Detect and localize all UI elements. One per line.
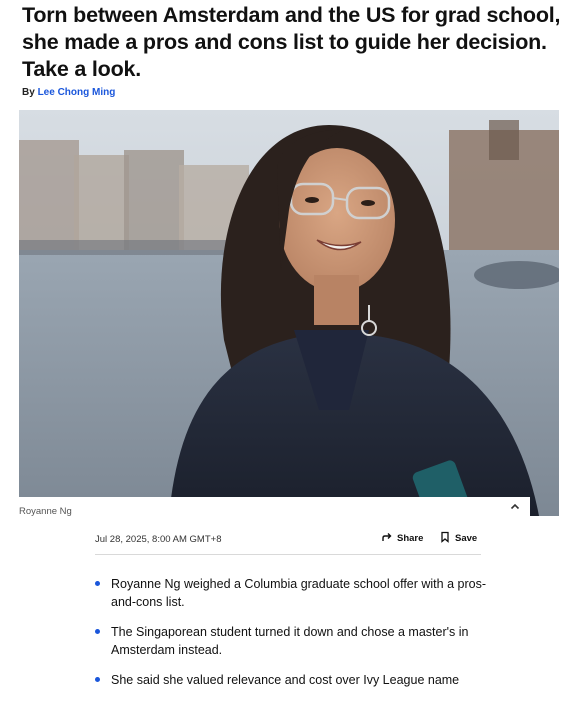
key-point-text: The Singaporean student turned it down a… (111, 625, 469, 657)
key-points-list: Royanne Ng weighed a Columbia graduate s… (95, 575, 495, 701)
hero-image (19, 110, 559, 516)
bullet-dot (95, 629, 100, 634)
save-button[interactable]: Save (439, 531, 477, 546)
share-label: Share (397, 533, 424, 544)
key-point: Royanne Ng weighed a Columbia graduate s… (95, 575, 495, 611)
key-point-text: Royanne Ng weighed a Columbia graduate s… (111, 577, 486, 609)
image-caption: Royanne Ng (19, 506, 72, 517)
publish-date: Jul 28, 2025, 8:00 AM GMT+8 (95, 534, 222, 545)
key-point-text: She said she valued relevance and cost o… (111, 673, 460, 687)
key-point: She said she valued relevance and cost o… (95, 671, 495, 689)
bullet-dot (95, 581, 100, 586)
share-icon (381, 531, 393, 546)
key-point: The Singaporean student turned it down a… (95, 623, 495, 659)
save-label: Save (455, 533, 478, 544)
article-headline: Torn between Amsterdam and the US for gr… (22, 3, 561, 81)
article-meta-row: Jul 28, 2025, 8:00 AM GMT+8 Share Save (95, 528, 481, 555)
caption-bar (0, 497, 530, 519)
byline: By Lee Chong Ming (22, 87, 115, 98)
byline-prefix: By (22, 87, 35, 98)
bookmark-icon (439, 531, 451, 546)
chevron-up-icon[interactable] (508, 500, 522, 514)
share-button[interactable]: Share (381, 531, 423, 546)
author-link[interactable]: Lee Chong Ming (38, 87, 116, 98)
bullet-dot (95, 677, 100, 682)
